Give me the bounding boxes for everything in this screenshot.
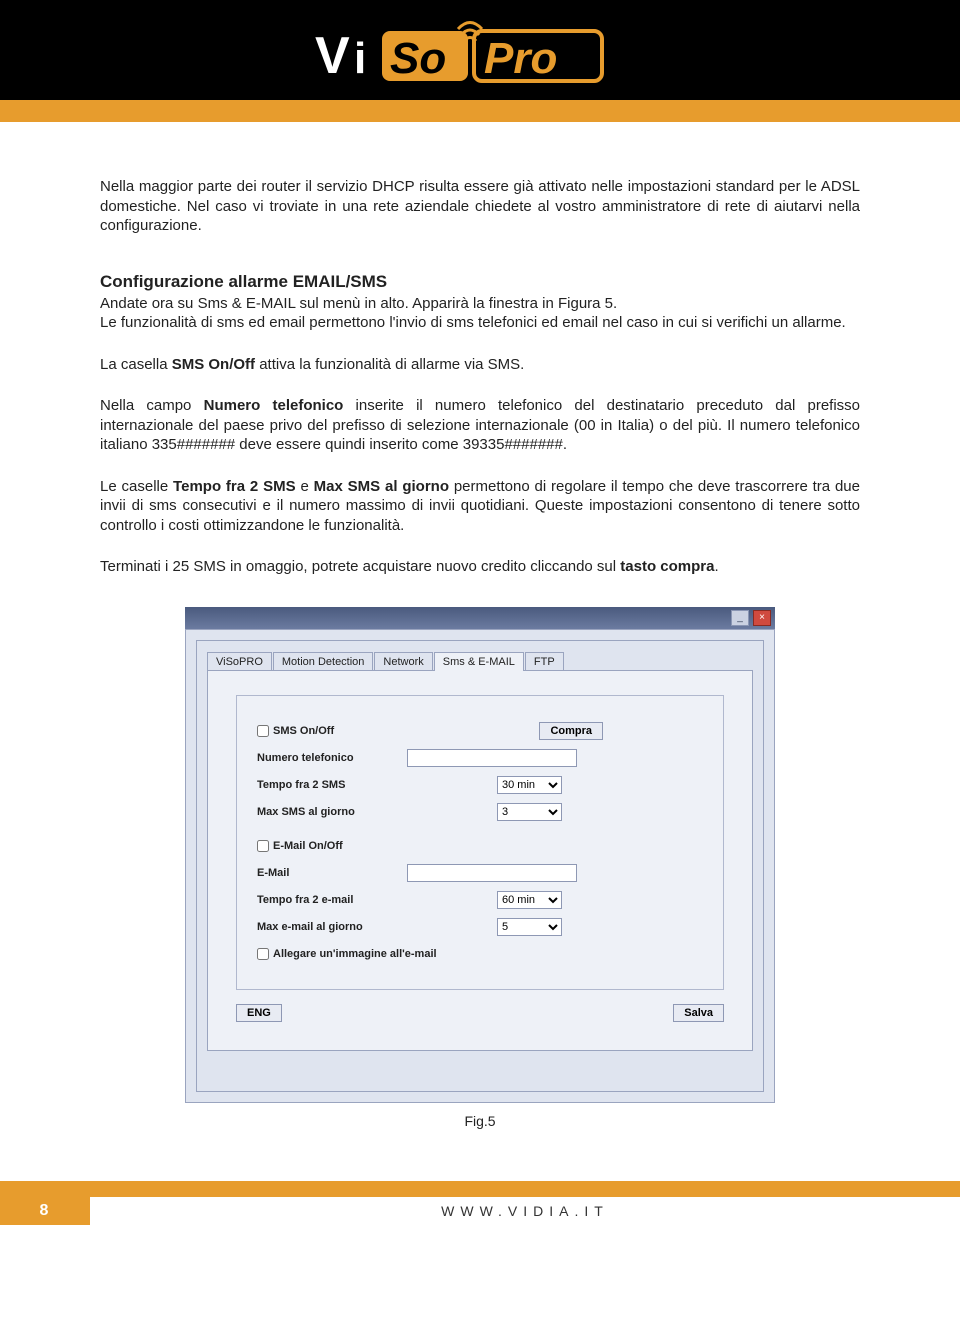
orange-divider-top	[0, 100, 960, 122]
tempo-email-label: Tempo fra 2 e-mail	[257, 894, 407, 906]
tempo-email-select[interactable]: 60 min	[497, 891, 562, 909]
eng-button[interactable]: ENG	[236, 1004, 282, 1022]
numero-telefonico-input[interactable]	[407, 749, 577, 767]
paragraph-sms-onoff: La casella SMS On/Off attiva la funziona…	[100, 355, 860, 375]
tab-ftp[interactable]: FTP	[525, 652, 564, 671]
max-email-label: Max e-mail al giorno	[257, 921, 407, 933]
tab-bar: ViSoPRO Motion Detection Network Sms & E…	[207, 651, 753, 670]
paragraph-goto: Andate ora su Sms & E-MAIL sul menù in a…	[100, 294, 860, 314]
tempo-sms-label: Tempo fra 2 SMS	[257, 779, 407, 791]
sms-onoff-checkbox[interactable]	[257, 725, 269, 737]
email-label: E-Mail	[257, 867, 407, 879]
window-titlebar: _ ×	[185, 607, 775, 629]
paragraph-numero: Nella campo Numero telefonico inserite i…	[100, 396, 860, 455]
email-input[interactable]	[407, 864, 577, 882]
email-onoff-label[interactable]: E-Mail On/Off	[257, 840, 407, 852]
allegare-checkbox[interactable]	[257, 948, 269, 960]
footer-url: WWW.VIDIA.IT	[90, 1197, 960, 1225]
sms-onoff-label[interactable]: SMS On/Off	[257, 725, 407, 737]
orange-divider-bottom	[0, 1181, 960, 1197]
page-number: 8	[0, 1197, 90, 1225]
page-footer: 8 WWW.VIDIA.IT	[0, 1197, 960, 1225]
paragraph-intro: Nella maggior parte dei router il serviz…	[100, 177, 860, 236]
svg-text:So: So	[390, 34, 446, 83]
tab-network[interactable]: Network	[374, 652, 432, 671]
tab-motion-detection[interactable]: Motion Detection	[273, 652, 374, 671]
allegare-label[interactable]: Allegare un'immagine all'e-mail	[257, 948, 437, 960]
document-content: Nella maggior parte dei router il serviz…	[0, 122, 960, 1181]
header-banner: V i So Pro	[0, 0, 960, 100]
form-area: SMS On/Off Compra Numero telefonico Temp…	[236, 695, 724, 990]
heading-config-alarm: Configurazione allarme EMAIL/SMS	[100, 272, 860, 292]
max-sms-select[interactable]: 3	[497, 803, 562, 821]
minimize-button[interactable]: _	[731, 610, 749, 626]
tab-panel-sms-email: SMS On/Off Compra Numero telefonico Temp…	[207, 670, 753, 1051]
settings-window: _ × ViSoPRO Motion Detection Network Sms…	[185, 607, 775, 1103]
tab-sms-email[interactable]: Sms & E-MAIL	[434, 652, 524, 671]
paragraph-func: Le funzionalità di sms ed email permetto…	[100, 313, 860, 333]
paragraph-tempo-max: Le caselle Tempo fra 2 SMS e Max SMS al …	[100, 477, 860, 536]
close-button[interactable]: ×	[753, 610, 771, 626]
visopro-logo: V i So Pro	[310, 11, 650, 89]
numero-telefonico-label: Numero telefonico	[257, 752, 407, 764]
figure-caption: Fig.5	[100, 1113, 860, 1129]
salva-button[interactable]: Salva	[673, 1004, 724, 1022]
compra-button[interactable]: Compra	[539, 722, 603, 740]
email-onoff-checkbox[interactable]	[257, 840, 269, 852]
max-sms-label: Max SMS al giorno	[257, 806, 407, 818]
svg-text:Pro: Pro	[484, 34, 557, 83]
tab-visopro[interactable]: ViSoPRO	[207, 652, 272, 671]
tempo-sms-select[interactable]: 30 min	[497, 776, 562, 794]
paragraph-credito: Terminati i 25 SMS in omaggio, potrete a…	[100, 557, 860, 577]
svg-text:i: i	[354, 34, 366, 83]
svg-text:V: V	[315, 27, 350, 85]
max-email-select[interactable]: 5	[497, 918, 562, 936]
